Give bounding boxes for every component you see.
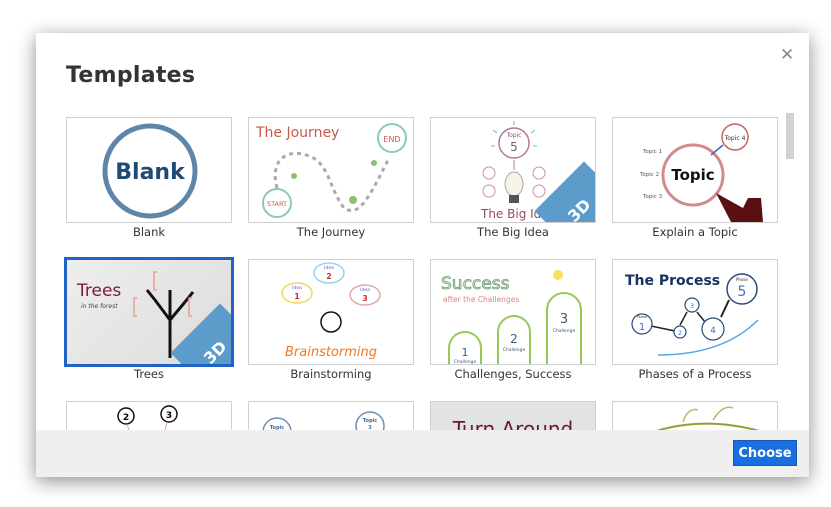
thumb-idea-num: 1 (294, 292, 300, 301)
thumb-num: 2 (678, 330, 682, 337)
thumb-idea: Idea (360, 287, 370, 293)
template-thumbnail[interactable]: Topic 5 The Big Idea 3D (430, 117, 596, 223)
templates-dialog: Templates ✕ Blank Blank The Journey END … (36, 33, 809, 477)
template-label: The Journey (296, 225, 366, 239)
thumb-topic: Topic (363, 418, 377, 424)
thumb-idea-num: 3 (362, 294, 368, 303)
thumb-phase: Phase (736, 277, 748, 282)
thumb-text: Topic (671, 166, 714, 184)
template-label: Challenges, Success (454, 367, 572, 381)
template-label: Phases of a Process (638, 367, 752, 381)
template-grid: Blank Blank The Journey END START The Jo… (64, 117, 778, 477)
thumb-text: Blank (115, 160, 186, 185)
thumb-end: END (383, 135, 400, 144)
thumb-num: 2 (123, 413, 129, 423)
thumb-subtitle: in the forest (81, 303, 118, 310)
thumb-num: 2 (510, 332, 518, 346)
thumb-idea-num: 2 (326, 272, 332, 281)
template-thumbnail[interactable]: Idea 1 Idea 2 Idea 3 Brainstorming (248, 259, 414, 365)
thumb-challenge: Challenge (553, 328, 576, 334)
template-label: Blank (132, 225, 166, 239)
dialog-title: Templates (66, 63, 196, 88)
template-label: The Big Idea (477, 225, 549, 239)
thumb-text: Brainstorming (285, 345, 377, 360)
close-icon[interactable]: ✕ (780, 45, 794, 65)
template-thumbnail[interactable]: Success after the Challenges 1 2 3 Chall… (430, 259, 596, 365)
template-thumbnail[interactable]: The Journey END START (248, 117, 414, 223)
thumb-idea: Idea (324, 265, 334, 271)
thumb-idea: Idea (292, 285, 302, 291)
thumb-challenge: Challenge (454, 359, 477, 364)
thumb-subtitle: after the Challenges (443, 295, 519, 304)
thumb-text: The Process (625, 273, 720, 289)
thumb-topic: Topic (505, 132, 521, 139)
template-thumbnail-selected[interactable]: Trees in the forest 3D (64, 257, 234, 367)
thumb-phase: Phase (637, 315, 647, 319)
dialog-footer: Choose (36, 430, 809, 477)
thumb-topic-2: Topic 2 (639, 172, 659, 178)
template-thumbnail[interactable]: Blank (66, 117, 232, 223)
thumb-num: 1 (639, 322, 645, 333)
thumb-challenge: Challenge (503, 347, 526, 353)
scrollbar[interactable] (786, 113, 794, 159)
template-label: Brainstorming (290, 367, 372, 381)
template-label: Explain a Topic (652, 225, 738, 239)
thumb-text: Success (441, 274, 510, 294)
thumb-topic-3: Topic 3 (642, 194, 663, 200)
thumb-topic-4: Topic 4 (724, 135, 746, 142)
template-label: Trees (134, 367, 164, 381)
thumb-num: 3 (166, 411, 172, 421)
template-thumbnail[interactable]: Topic Topic 4 Topic 1 Topic 2 Topic 3 (612, 117, 778, 223)
thumb-start: START (267, 200, 287, 208)
thumb-text: Trees (76, 281, 121, 301)
template-thumbnail[interactable]: The Process Phase 1 2 3 4 Phase 5 (612, 259, 778, 365)
thumb-num: 3 (690, 303, 694, 310)
thumb-topic-1: Topic 1 (642, 149, 662, 155)
thumb-text: The Journey (255, 125, 339, 141)
thumb-num: 4 (710, 326, 716, 336)
choose-button[interactable]: Choose (733, 440, 797, 466)
thumb-topic-num: 5 (510, 140, 518, 154)
thumb-num: 1 (462, 346, 469, 359)
thumb-num: 3 (560, 312, 568, 327)
thumb-num: 5 (738, 284, 747, 300)
